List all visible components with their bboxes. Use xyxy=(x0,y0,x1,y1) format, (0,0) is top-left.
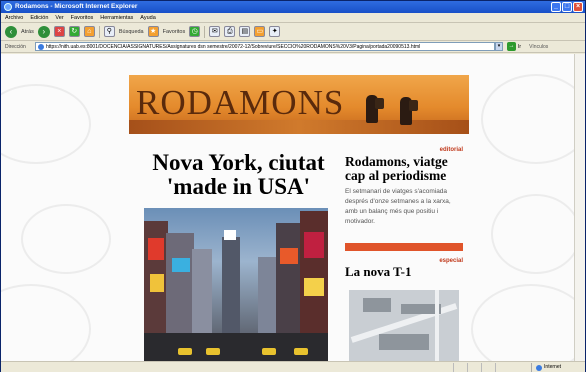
especial-headline[interactable]: La nova T-1 xyxy=(345,265,463,279)
taxi xyxy=(262,348,276,355)
zone-label: Internet xyxy=(544,364,561,370)
address-bar: Dirección https://nith.uab.es:8001/DOCEN… xyxy=(1,41,585,53)
menu-ayuda[interactable]: Ayuda xyxy=(140,13,156,22)
toolbar: ‹ Atrás › × ↻ ⌂ ⚲ Búsqueda ★ Favoritos ◷… xyxy=(1,23,585,41)
address-url[interactable]: https://nith.uab.es:8001/DOCENCIA/ASSIGN… xyxy=(46,44,420,50)
links-button[interactable]: Vínculos xyxy=(529,44,548,50)
browser-window: Rodamons - Microsoft Internet Explorer _… xyxy=(0,0,586,372)
menu-edicion[interactable]: Edición xyxy=(30,13,48,22)
billboard xyxy=(280,248,298,264)
taxi xyxy=(206,348,220,355)
favorites-button-label[interactable]: Favoritos xyxy=(163,29,186,35)
hiker-backpack xyxy=(409,100,418,111)
mail-icon[interactable]: ✉ xyxy=(209,26,221,37)
security-zone: Internet xyxy=(531,363,561,372)
billboard xyxy=(150,274,164,292)
refresh-icon[interactable]: ↻ xyxy=(68,26,80,37)
home-icon[interactable]: ⌂ xyxy=(83,26,95,37)
vertical-scrollbar[interactable] xyxy=(574,54,585,361)
menu-archivo[interactable]: Archivo xyxy=(5,13,23,22)
status-bar: Internet xyxy=(1,361,585,372)
section-divider-bar xyxy=(345,243,463,251)
hiker-backpack xyxy=(375,98,384,109)
street xyxy=(144,333,328,361)
section-kicker-especial: especial xyxy=(439,258,463,264)
status-cell xyxy=(481,363,495,372)
go-icon[interactable]: → xyxy=(507,42,516,51)
address-label: Dirección xyxy=(5,43,26,50)
background-swirl xyxy=(1,284,91,361)
address-input[interactable]: https://nith.uab.es:8001/DOCENCIA/ASSIGN… xyxy=(35,42,495,51)
menu-favoritos[interactable]: Favoritos xyxy=(71,13,94,22)
background-swirl xyxy=(481,74,574,164)
messenger-icon[interactable]: ✦ xyxy=(269,26,281,37)
menu-bar: Archivo Edición Ver Favoritos Herramient… xyxy=(1,13,585,23)
editorial-body: El setmanari de viatges s'acomiada despr… xyxy=(345,188,451,225)
toolbar-divider xyxy=(204,25,206,38)
background-swirl xyxy=(21,204,111,274)
taxi xyxy=(294,348,308,355)
background-swirl xyxy=(471,284,574,361)
billboard xyxy=(148,238,164,260)
close-button[interactable]: × xyxy=(573,2,583,12)
edit-icon[interactable]: ▤ xyxy=(239,26,251,37)
favorites-icon[interactable]: ★ xyxy=(147,26,159,37)
editorial-headline[interactable]: Rodamons, viatge cap al periodisme xyxy=(345,155,467,183)
times-square-photo[interactable] xyxy=(144,208,328,361)
billboard xyxy=(304,232,324,258)
section-kicker-editorial: editorial xyxy=(439,147,463,153)
status-cell xyxy=(453,363,467,372)
search-button-label[interactable]: Búsqueda xyxy=(119,29,144,35)
main-headline[interactable]: Nova York, ciutat 'made in USA' xyxy=(121,151,356,199)
taxi xyxy=(178,348,192,355)
window-title: Rodamons - Microsoft Internet Explorer xyxy=(15,3,138,10)
billboard xyxy=(172,258,190,272)
billboard xyxy=(304,278,324,296)
page-icon xyxy=(38,43,44,50)
folder-icon[interactable]: ▭ xyxy=(254,26,266,37)
search-icon[interactable]: ⚲ xyxy=(103,26,115,37)
billboard xyxy=(224,230,236,240)
site-logo: RODAMONS xyxy=(136,83,345,122)
history-icon[interactable]: ◷ xyxy=(189,26,201,37)
print-icon[interactable]: ⎙ xyxy=(224,26,236,37)
globe-icon xyxy=(536,364,543,371)
back-icon[interactable]: ‹ xyxy=(5,25,17,38)
forward-icon[interactable]: › xyxy=(37,25,50,38)
ie-icon xyxy=(4,3,12,11)
stop-icon[interactable]: × xyxy=(53,26,65,37)
chevron-down-icon[interactable]: ▾ xyxy=(495,42,503,51)
site-banner[interactable]: RODAMONS xyxy=(129,75,469,134)
terminal-building xyxy=(363,298,391,312)
menu-ver[interactable]: Ver xyxy=(55,13,63,22)
minimize-button[interactable]: _ xyxy=(551,2,561,12)
background-swirl xyxy=(1,84,91,164)
back-button-label[interactable]: Atrás xyxy=(21,29,34,35)
toolbar-divider xyxy=(98,25,100,38)
status-cell xyxy=(467,363,481,372)
window-controls: _ □ × xyxy=(551,2,583,12)
airport-aerial-photo[interactable] xyxy=(349,290,459,361)
background-swirl xyxy=(491,194,574,274)
maximize-button[interactable]: □ xyxy=(562,2,572,12)
title-bar: Rodamons - Microsoft Internet Explorer _… xyxy=(1,1,585,13)
go-button[interactable]: Ir xyxy=(518,44,521,50)
terminal-building xyxy=(379,334,429,350)
menu-herramientas[interactable]: Herramientas xyxy=(100,13,133,22)
road xyxy=(435,290,439,361)
status-cell xyxy=(495,363,509,372)
